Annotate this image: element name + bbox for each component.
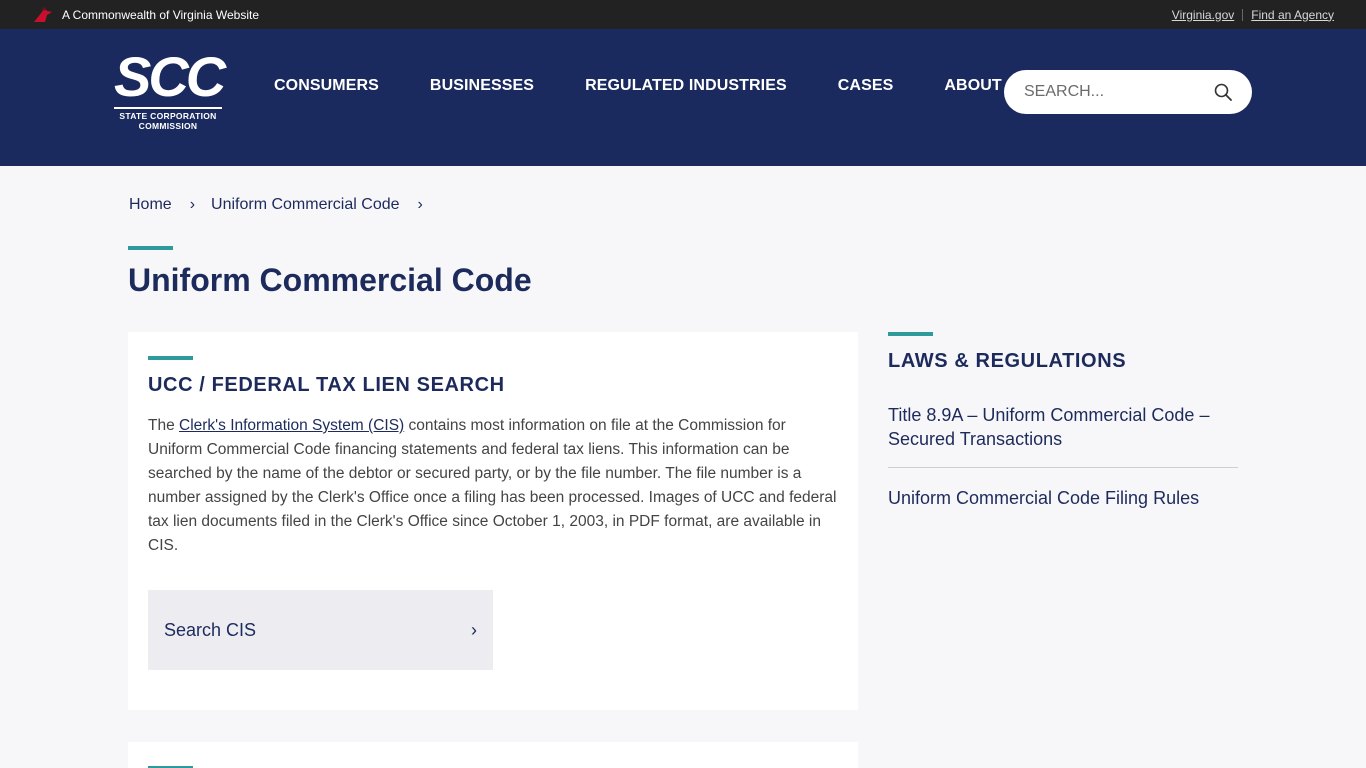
nav-item-regulated-industries[interactable]: REGULATED INDUSTRIES [585,77,787,95]
breadcrumb-home[interactable]: Home [129,196,172,214]
gov-bar-left: A Commonwealth of Virginia Website [32,0,259,29]
breadcrumb-ucc[interactable]: Uniform Commercial Code [211,196,400,214]
body-suffix: contains most information on file at the… [148,417,837,554]
scc-logo[interactable]: SCC STATE CORPORATION COMMISSION [114,45,226,133]
nav-item-consumers[interactable]: CONSUMERS [274,77,379,95]
logo-line-2: COMMISSION [138,121,198,131]
cardinal-icon [34,6,52,22]
chevron-right-icon: › [189,196,196,213]
ucc-search-card: UCC / FEDERAL TAX LIEN SEARCH The Clerk'… [128,332,858,710]
nav-item-about[interactable]: ABOUT [944,77,1001,95]
search-icon[interactable] [1214,83,1232,101]
site-header: SCC STATE CORPORATION COMMISSION CONSUME… [0,29,1366,166]
find-agency-link[interactable]: Find an Agency [1251,8,1334,22]
breadcrumb: Home › Uniform Commercial Code › [129,196,439,214]
chevron-right-icon: › [471,619,477,640]
logo-main-text: SCC [114,45,226,108]
page-title: Uniform Commercial Code [128,262,532,298]
cis-link[interactable]: Clerk's Information System (CIS) [179,417,404,434]
search-box [1004,70,1252,114]
gov-bar-text: A Commonwealth of Virginia Website [62,7,259,22]
nav-item-businesses[interactable]: BUSINESSES [430,77,534,95]
sidebar-divider [888,467,1238,468]
search-cis-label: Search CIS [164,619,257,640]
sidebar-heading: LAWS & REGULATIONS [888,350,1127,372]
sidebar-link-title-89a[interactable]: Title 8.9A – Uniform Commercial Code – S… [888,403,1238,467]
search-cis-button[interactable]: Search CIS › [148,590,493,670]
sidebar-link-filing-rules[interactable]: Uniform Commercial Code Filing Rules [888,486,1238,526]
card-heading: UCC / FEDERAL TAX LIEN SEARCH [148,374,505,396]
chevron-right-icon: › [417,196,423,213]
sidebar-accent-bar [888,332,933,336]
nav-item-cases[interactable]: CASES [838,77,894,95]
second-card [128,742,858,768]
card-accent-bar [148,356,193,360]
sidebar-laws: LAWS & REGULATIONS Title 8.9A – Uniform … [888,332,1238,526]
card-body-text: The Clerk's Information System (CIS) con… [148,414,840,558]
logo-line-1: STATE CORPORATION [114,107,222,121]
gov-bar-links: Virginia.gov Find an Agency [1172,0,1334,29]
search-input[interactable] [1024,83,1204,101]
gov-bar-separator [1242,8,1244,21]
main-nav: CONSUMERS BUSINESSES REGULATED INDUSTRIE… [274,77,1053,95]
virginia-gov-link[interactable]: Virginia.gov [1172,8,1234,22]
body-prefix: The [148,417,180,434]
title-accent-bar [128,246,173,250]
gov-bar: A Commonwealth of Virginia Website Virgi… [0,0,1366,29]
